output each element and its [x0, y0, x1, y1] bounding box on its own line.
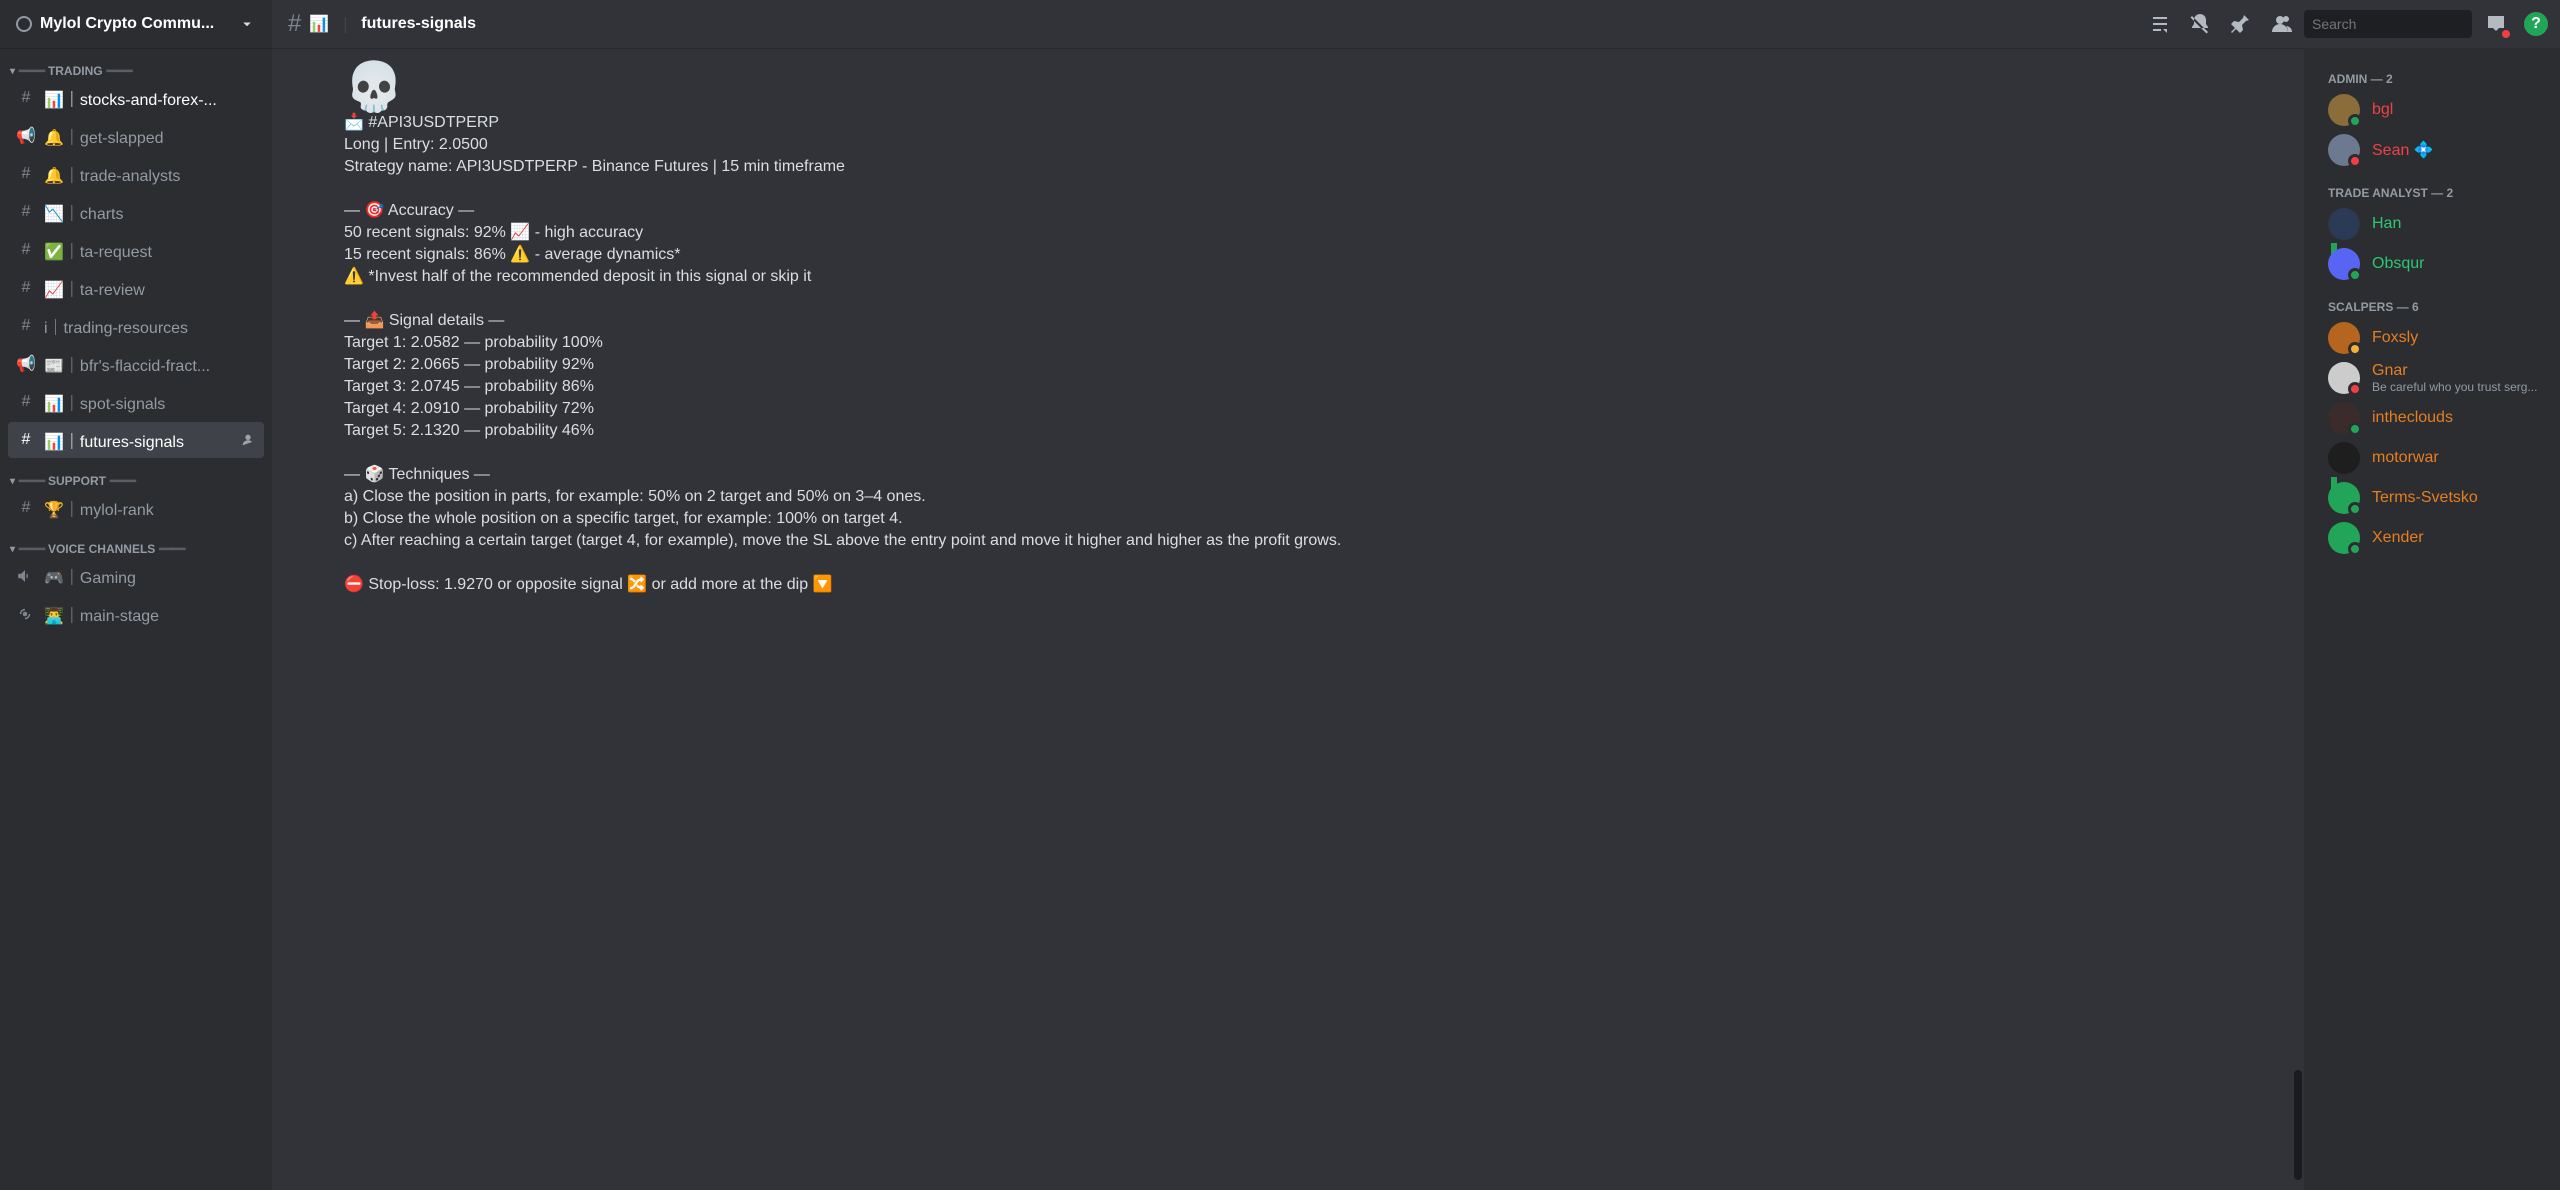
server-name: Mylol Crypto Commu... [40, 15, 214, 33]
server-boost-icon [16, 16, 32, 32]
scrollbar[interactable] [2294, 48, 2302, 1190]
avatar [2328, 522, 2360, 554]
avatar [2328, 322, 2360, 354]
channel-type-icon: # [16, 89, 36, 107]
role-header-scalpers: SCALPERS — 6 [2328, 300, 2552, 314]
channel-futures-signals[interactable]: #📊｜futures-signals [8, 422, 264, 458]
channel-type-icon: # [16, 241, 36, 259]
member-motorwar[interactable]: motorwar [2320, 438, 2552, 478]
channel-type-icon [16, 567, 36, 585]
message-body: 📩 #API3USDTPERP Long | Entry: 2.0500 Str… [344, 112, 2288, 596]
status-indicator [2348, 542, 2362, 556]
channel-charts[interactable]: #📉｜charts [8, 194, 264, 230]
notifications-icon[interactable] [2184, 8, 2216, 40]
channel-type-icon: # [16, 431, 36, 449]
members-sidebar: ADMIN — 2 bglSean 💠 TRADE ANALYST — 2 HanOb… [2304, 48, 2560, 1190]
channel-stocks-and-forex-[interactable]: #📊｜stocks-and-forex-... [8, 80, 264, 116]
role-header-admin: ADMIN — 2 [2328, 72, 2552, 86]
channel-type-icon: # [16, 393, 36, 411]
skull-emoji: 💀 [344, 64, 2288, 112]
channel-main-stage[interactable]: 👨‍💻｜main-stage [8, 596, 264, 632]
member-xender[interactable]: Xender [2320, 518, 2552, 558]
avatar [2328, 402, 2360, 434]
status-indicator [2348, 114, 2362, 128]
channel-mylol-rank[interactable]: #🏆｜mylol-rank [8, 490, 264, 526]
avatar [2328, 248, 2360, 280]
channel-ta-request[interactable]: #✅｜ta-request [8, 232, 264, 268]
avatar [2328, 362, 2360, 394]
inbox-icon[interactable] [2480, 8, 2512, 40]
channel-topbar: # 📊 ｜ futures-signals [272, 0, 2560, 48]
channel-type-icon: # [16, 203, 36, 221]
member-gnar[interactable]: GnarBe careful who you trust serg... [2320, 358, 2552, 398]
server-header[interactable]: Mylol Crypto Commu... [0, 0, 272, 48]
role-header-trade-analyst: TRADE ANALYST — 2 [2328, 186, 2552, 200]
channel-trade-analysts[interactable]: #🔔｜trade-analysts [8, 156, 264, 192]
channel-type-icon: # [16, 279, 36, 297]
status-indicator [2348, 342, 2362, 356]
status-indicator [2348, 502, 2362, 516]
pinned-icon[interactable] [2224, 8, 2256, 40]
channel-ta-review[interactable]: #📈｜ta-review [8, 270, 264, 306]
channel-trading-resources[interactable]: #i｜trading-resources [8, 308, 264, 344]
channel-sidebar: Mylol Crypto Commu... ▾━━━━ TRADING ━━━━… [0, 0, 272, 1190]
channel-type-icon: 📢 [16, 354, 36, 374]
member-obsqur[interactable]: Obsqur [2320, 244, 2552, 284]
member-intheclouds[interactable]: intheclouds [2320, 398, 2552, 438]
channel-get-slapped[interactable]: 📢🔔｜get-slapped [8, 118, 264, 154]
avatar [2328, 134, 2360, 166]
channel-emoji: 📊 [309, 14, 329, 34]
messages-pane: 💀 📩 #API3USDTPERP Long | Entry: 2.0500 S… [272, 48, 2304, 1190]
status-indicator [2348, 154, 2362, 168]
avatar [2328, 208, 2360, 240]
members-toggle-icon[interactable] [2264, 8, 2296, 40]
avatar [2328, 94, 2360, 126]
status-indicator [2348, 382, 2362, 396]
member-bgl[interactable]: bgl [2320, 90, 2552, 130]
member-sean[interactable]: Sean 💠 [2320, 130, 2552, 170]
category-trading[interactable]: ▾━━━━ TRADING ━━━━ [8, 48, 264, 78]
channel-spot-signals[interactable]: #📊｜spot-signals [8, 384, 264, 420]
chevron-down-icon [238, 15, 256, 33]
channel-type-icon: 📢 [16, 126, 36, 146]
channel-type-icon [16, 605, 36, 623]
member-han[interactable]: Han [2320, 204, 2552, 244]
threads-icon[interactable] [2144, 8, 2176, 40]
channel-Gaming[interactable]: 🎮｜Gaming [8, 558, 264, 594]
channel-type-icon: # [16, 499, 36, 517]
channel-title: futures-signals [361, 15, 476, 33]
channel-bfr-s-flaccid-fract-[interactable]: 📢📰｜bfr's-flaccid-fract... [8, 346, 264, 382]
avatar [2328, 442, 2360, 474]
category-support[interactable]: ▾━━━━ SUPPORT ━━━━ [8, 458, 264, 488]
member-foxsly[interactable]: Foxsly [2320, 318, 2552, 358]
search-box[interactable] [2304, 10, 2472, 38]
search-input[interactable] [2312, 16, 2493, 32]
channel-type-icon: # [16, 317, 36, 335]
channel-list: ▾━━━━ TRADING ━━━━#📊｜stocks-and-forex-..… [0, 48, 272, 1190]
channel-type-icon: # [16, 165, 36, 183]
member-terms-svetsko[interactable]: Terms-Svetsko [2320, 478, 2552, 518]
hash-icon: # [288, 10, 301, 38]
help-icon[interactable]: ? [2520, 8, 2552, 40]
status-indicator [2348, 268, 2362, 282]
avatar [2328, 482, 2360, 514]
create-invite-icon[interactable] [240, 432, 256, 448]
status-indicator [2348, 422, 2362, 436]
category-voice-channels[interactable]: ▾━━━━ VOICE CHANNELS ━━━━ [8, 526, 264, 556]
